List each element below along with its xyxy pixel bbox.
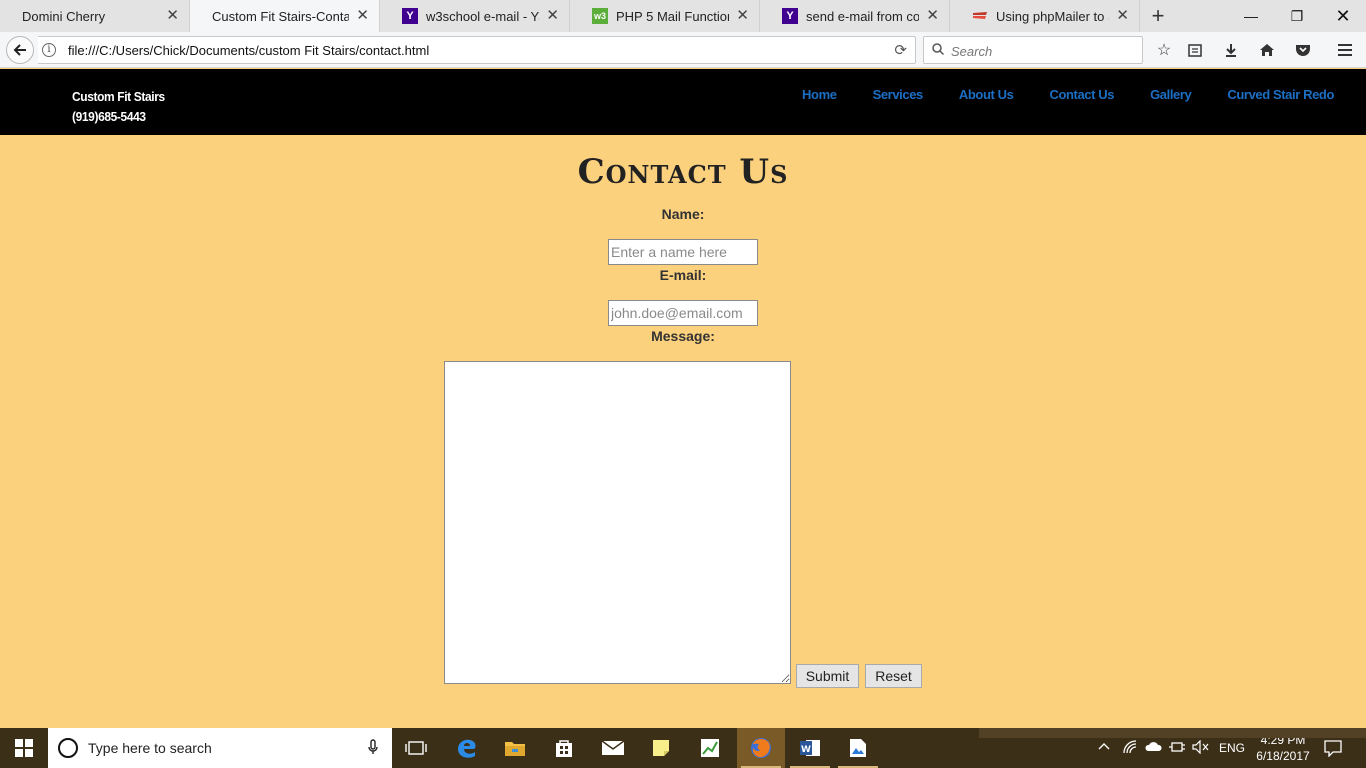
browser-navigation-bar: i file:///C:/Users/Chick/Documents/custo… bbox=[0, 32, 1366, 68]
download-icon[interactable] bbox=[1219, 38, 1243, 62]
tab-domini-cherry[interactable]: Domini Cherry ✕ bbox=[0, 0, 190, 32]
microphone-icon[interactable] bbox=[368, 739, 378, 758]
search-placeholder: Search bbox=[951, 44, 993, 59]
power-plug-icon[interactable] bbox=[1168, 740, 1186, 757]
nav-link-home[interactable]: Home bbox=[802, 87, 837, 102]
tab-w3school-email-yahoo[interactable]: Y w3school e-mail - Yahoo ✕ bbox=[380, 0, 570, 32]
new-tab-button[interactable]: + bbox=[1140, 0, 1176, 32]
close-icon[interactable]: ✕ bbox=[166, 8, 179, 23]
address-bar[interactable]: i file:///C:/Users/Chick/Documents/custo… bbox=[38, 36, 916, 64]
sticky-notes-icon[interactable] bbox=[637, 728, 685, 768]
yahoo-icon: Y bbox=[402, 8, 418, 24]
submit-button[interactable]: Submit bbox=[796, 664, 859, 688]
file-explorer-icon[interactable] bbox=[491, 728, 539, 768]
money-app-icon[interactable] bbox=[686, 728, 734, 768]
mail-icon[interactable] bbox=[589, 728, 637, 768]
site-header: Custom Fit Stairs (919)685-5443 Home Ser… bbox=[0, 69, 1366, 135]
photos-icon[interactable] bbox=[834, 728, 882, 768]
onedrive-icon[interactable] bbox=[1144, 740, 1162, 755]
taskbar-accent-strip bbox=[979, 728, 1366, 738]
cortana-icon bbox=[58, 738, 78, 758]
store-icon[interactable] bbox=[540, 728, 588, 768]
nav-link-contact-us[interactable]: Contact Us bbox=[1049, 87, 1114, 102]
start-button[interactable] bbox=[0, 728, 48, 768]
restore-button[interactable]: ❐ bbox=[1274, 0, 1320, 32]
taskbar-search-input[interactable]: Type here to search bbox=[48, 728, 392, 768]
task-view-icon[interactable] bbox=[392, 728, 440, 768]
menu-icon[interactable] bbox=[1333, 38, 1357, 62]
svg-text:W: W bbox=[801, 745, 811, 755]
search-icon bbox=[932, 43, 944, 55]
windows-logo-icon bbox=[15, 739, 33, 757]
pocket-icon[interactable] bbox=[1291, 38, 1315, 62]
reset-button[interactable]: Reset bbox=[865, 664, 922, 688]
nav-link-gallery[interactable]: Gallery bbox=[1150, 87, 1192, 102]
bookmark-star-icon[interactable]: ☆ bbox=[1152, 38, 1176, 62]
email-field[interactable] bbox=[608, 300, 758, 326]
network-icon[interactable] bbox=[1122, 740, 1138, 757]
taskbar-search-placeholder: Type here to search bbox=[88, 740, 212, 756]
language-indicator[interactable]: ENG bbox=[1219, 741, 1245, 755]
brand-phone: (919)685-5443 bbox=[72, 109, 146, 124]
email-label: E-mail: bbox=[659, 267, 707, 283]
back-button[interactable] bbox=[6, 36, 34, 64]
tab-custom-fit-stairs-contact[interactable]: Custom Fit Stairs-Contact ✕ bbox=[190, 0, 380, 32]
tab-title: Custom Fit Stairs-Contact bbox=[212, 8, 349, 24]
close-icon[interactable]: ✕ bbox=[546, 8, 559, 23]
flag-icon bbox=[972, 8, 988, 24]
tab-title: send e-mail from contact bbox=[806, 8, 919, 24]
nav-link-about-us[interactable]: About Us bbox=[959, 87, 1014, 102]
close-icon[interactable]: ✕ bbox=[1116, 8, 1129, 23]
firefox-icon[interactable] bbox=[737, 728, 785, 768]
message-label: Message: bbox=[651, 328, 715, 344]
chevron-up-icon[interactable] bbox=[1098, 740, 1110, 754]
volume-muted-icon[interactable] bbox=[1192, 739, 1210, 757]
site-navigation: Home Services About Us Contact Us Galler… bbox=[766, 87, 1334, 102]
url-text[interactable]: file:///C:/Users/Chick/Documents/custom … bbox=[68, 43, 429, 58]
nav-link-services[interactable]: Services bbox=[873, 87, 924, 102]
tab-title: Using phpMailer to Send bbox=[996, 8, 1109, 24]
message-textarea[interactable] bbox=[444, 361, 791, 684]
close-icon[interactable]: ✕ bbox=[926, 8, 939, 23]
minimize-button[interactable]: — bbox=[1228, 0, 1274, 32]
reading-list-icon[interactable] bbox=[1183, 38, 1207, 62]
tab-php-mail-functions[interactable]: w3 PHP 5 Mail Functions ✕ bbox=[570, 0, 760, 32]
nav-link-curved-stair-redo[interactable]: Curved Stair Redo bbox=[1227, 87, 1334, 102]
tab-send-email-from-contact[interactable]: Y send e-mail from contact ✕ bbox=[760, 0, 950, 32]
browser-search-input[interactable]: Search bbox=[923, 36, 1143, 64]
brand: Custom Fit Stairs (919)685-5443 bbox=[72, 87, 165, 127]
page-title: Contact Us bbox=[577, 152, 789, 192]
word-icon[interactable]: W bbox=[786, 728, 834, 768]
close-icon[interactable]: ✕ bbox=[736, 8, 749, 23]
tab-using-phpmailer[interactable]: Using phpMailer to Send ✕ bbox=[950, 0, 1140, 32]
edge-browser-icon[interactable] bbox=[443, 728, 491, 768]
clock-date: 6/18/2017 bbox=[1256, 749, 1310, 763]
name-label: Name: bbox=[661, 206, 705, 222]
reload-icon[interactable]: ⟳ bbox=[894, 41, 907, 59]
home-icon[interactable] bbox=[1255, 38, 1279, 62]
brand-name: Custom Fit Stairs bbox=[72, 89, 165, 104]
name-field[interactable] bbox=[608, 239, 758, 265]
close-icon[interactable]: ✕ bbox=[356, 8, 369, 23]
tab-title: w3school e-mail - Yahoo bbox=[426, 8, 539, 24]
arrow-left-icon bbox=[13, 44, 26, 56]
tab-title: PHP 5 Mail Functions bbox=[616, 8, 729, 24]
tab-title: Domini Cherry bbox=[22, 8, 106, 24]
notifications-icon[interactable] bbox=[1324, 739, 1342, 760]
w3schools-icon: w3 bbox=[592, 8, 608, 24]
yahoo-icon: Y bbox=[782, 8, 798, 24]
browser-tab-bar: Domini Cherry ✕ Custom Fit Stairs-Contac… bbox=[0, 0, 1366, 32]
close-window-button[interactable]: ✕ bbox=[1320, 0, 1366, 32]
info-icon[interactable]: i bbox=[42, 43, 56, 57]
